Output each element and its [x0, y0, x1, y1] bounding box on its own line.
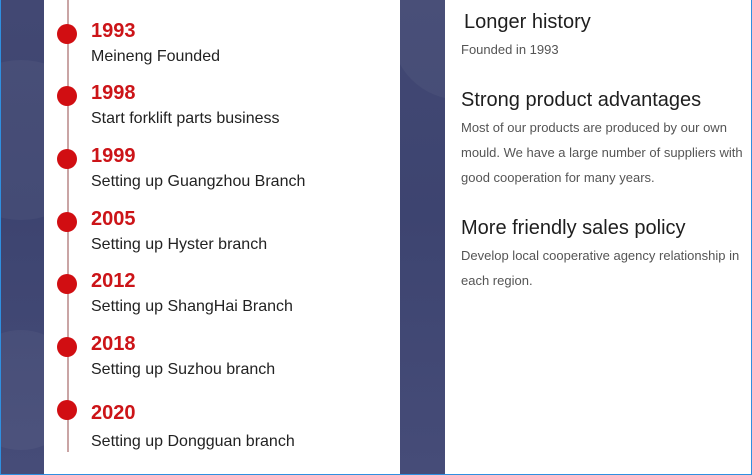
timeline-year: 2020 [91, 402, 136, 424]
timeline-text: Setting up Hyster branch [91, 236, 268, 253]
timeline-text: Setting up Guangzhou Branch [91, 173, 306, 190]
timeline-dot [57, 400, 77, 420]
advantage-title: Longer history [464, 11, 591, 33]
advantage-body: Most of our products are produced by our… [461, 120, 743, 185]
timeline-year: 2018 [91, 333, 136, 355]
timeline-text: Start forklift parts business [91, 110, 280, 127]
timeline-year: 1998 [91, 82, 136, 104]
timeline-dot [57, 274, 77, 294]
advantage-title: More friendly sales policy [461, 217, 686, 239]
advantage-body: Develop local cooperative agency relatio… [461, 248, 740, 288]
advantage-title: Strong product advantages [461, 89, 702, 111]
page-frame: 1993 Meineng Founded 1998 Start forklift… [0, 0, 752, 475]
timeline-text: Setting up Suzhou branch [91, 361, 276, 378]
timeline-text: Setting up ShangHai Branch [91, 298, 293, 315]
timeline-year: 1999 [91, 145, 136, 167]
timeline-text: Meineng Founded [91, 48, 220, 65]
timeline-dot [57, 212, 77, 232]
advantage-body: Founded in 1993 [461, 42, 559, 57]
timeline-dot [57, 149, 77, 169]
timeline-dot [57, 337, 77, 357]
timeline-text: Setting up Dongguan branch [91, 433, 295, 450]
timeline-year: 2005 [91, 208, 136, 230]
timeline-year: 1993 [91, 20, 136, 42]
timeline-dot [57, 24, 77, 44]
timeline-dot [57, 86, 77, 106]
timeline-year: 2012 [91, 270, 136, 292]
advantages-panel: Longer history Founded in 1993 Strong pr… [445, 0, 750, 474]
